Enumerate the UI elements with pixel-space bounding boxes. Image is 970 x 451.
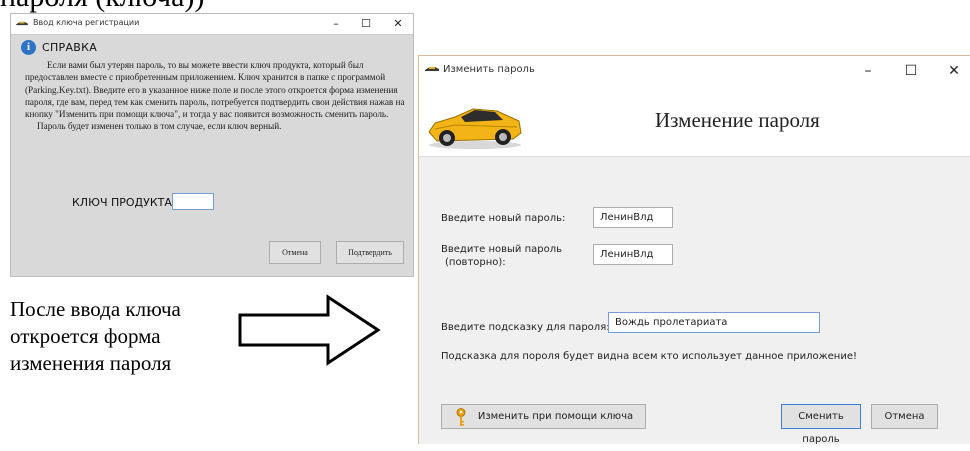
key-window-title: Ввод ключа регистрации <box>33 18 140 27</box>
hint-field[interactable]: Вождь пролетариата <box>608 312 820 333</box>
cancel-button[interactable]: Отмена <box>871 404 938 429</box>
close-button[interactable]: ✕ <box>943 62 965 80</box>
product-key-label: КЛЮЧ ПРОДУКТА: <box>72 196 176 209</box>
hint-label: Введите подсказку для пароля: <box>441 322 610 333</box>
password-window-title: Изменить пароль <box>443 64 535 75</box>
page-heading-fragment: пароля (ключа)) <box>0 0 204 14</box>
change-with-key-button[interactable]: Изменить при помощи ключа <box>441 404 646 429</box>
password-window-titlebar[interactable]: Изменить пароль – ☐ ✕ <box>419 56 970 86</box>
minimize-button[interactable]: – <box>325 15 347 33</box>
repeat-password-field[interactable]: ЛенинВлд <box>593 244 673 265</box>
confirm-button[interactable]: Подтвердить <box>336 241 404 264</box>
new-password-field[interactable]: ЛенинВлд <box>593 207 673 228</box>
hint-note: Подсказка для пороля будет видна всем кт… <box>441 351 857 362</box>
key-window-titlebar[interactable]: Ввод ключа регистрации – ☐ ✕ <box>11 14 413 35</box>
minimize-button[interactable]: – <box>857 62 879 80</box>
caption-line: изменения пароля <box>10 351 172 375</box>
caption-line: откроется форма <box>10 324 161 348</box>
car-icon <box>425 67 439 71</box>
info-icon: i <box>21 40 36 55</box>
repeat-password-label: Введите новый пароль <box>441 244 563 255</box>
help-text: Если вами был утерян пароль, то вы может… <box>25 59 407 133</box>
caption-line: После ввода ключа <box>10 297 181 321</box>
sports-car-icon <box>428 108 522 149</box>
change-password-button[interactable]: Сменить пароль <box>781 404 861 445</box>
help-title: СПРАВКА <box>42 41 98 54</box>
help-paragraph: Пароль будет изменен только в том случае… <box>37 121 282 132</box>
header-band: Изменение пароля <box>419 86 970 157</box>
maximize-button[interactable]: ☐ <box>355 15 377 33</box>
close-button[interactable]: ✕ <box>387 15 409 33</box>
new-password-label: Введите новый пароль: <box>441 213 566 224</box>
header-title: Изменение пароля <box>655 108 820 132</box>
car-icon <box>16 21 28 26</box>
cancel-button[interactable]: Отмена <box>269 241 321 264</box>
maximize-button[interactable]: ☐ <box>900 62 922 80</box>
caption-text: После ввода ключа откроется форма измене… <box>10 296 181 377</box>
repeat-password-label-suffix: (повторно): <box>445 257 506 268</box>
change-with-key-label: Изменить при помощи ключа <box>477 411 634 422</box>
help-paragraph: Если вами был утерян пароль, то вы может… <box>25 60 405 120</box>
arrow-right-icon <box>238 294 381 366</box>
change-password-window: Изменить пароль – ☐ ✕ Изменение пароля В… <box>418 55 970 445</box>
product-key-input[interactable] <box>172 193 214 210</box>
key-entry-window: Ввод ключа регистрации – ☐ ✕ i СПРАВКА Е… <box>10 13 414 277</box>
key-icon <box>456 408 466 426</box>
